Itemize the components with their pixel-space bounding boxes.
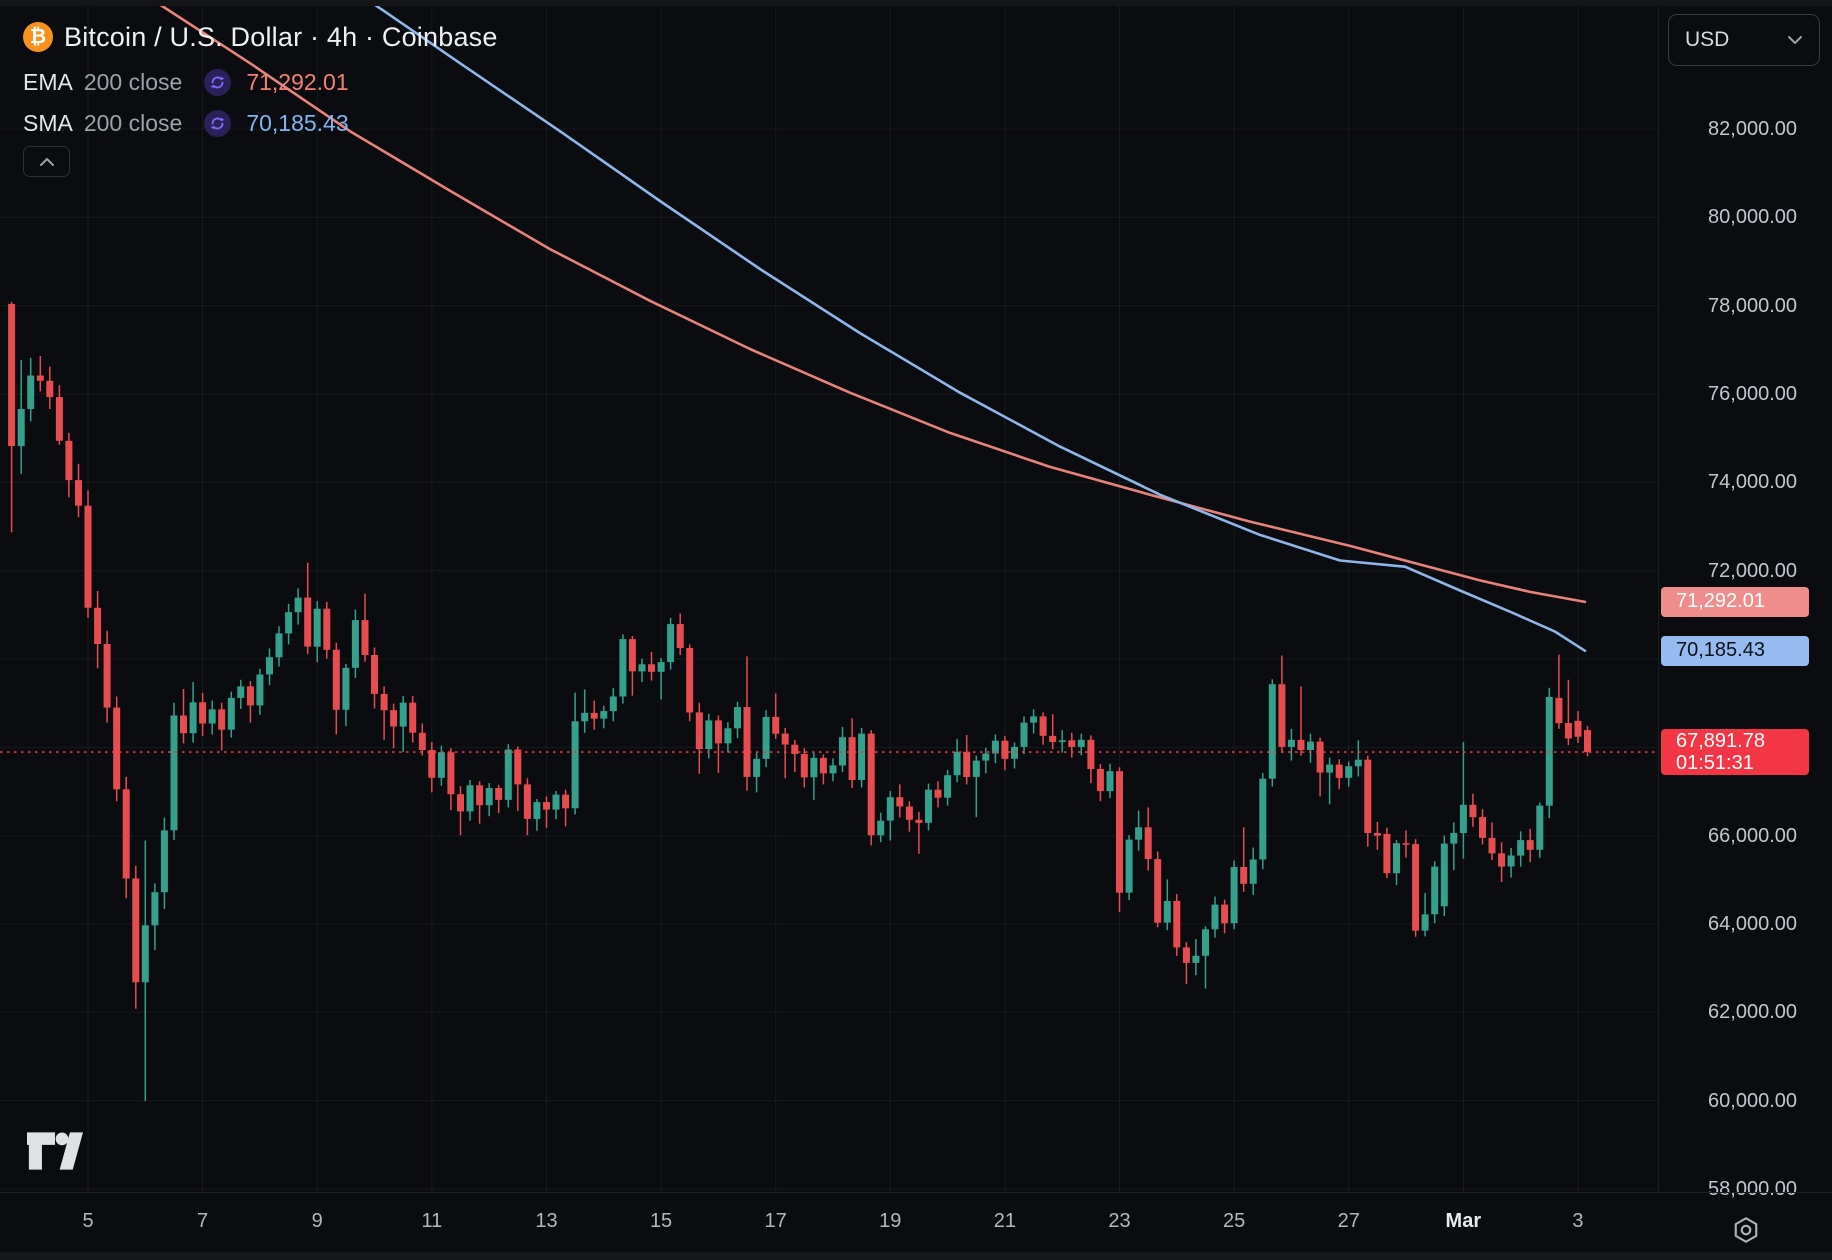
indicator-value: 71,292.01 xyxy=(246,69,348,96)
pane-bottom-edge xyxy=(0,1252,1832,1260)
time-axis-label: 21 xyxy=(994,1210,1016,1233)
collapse-legend-button[interactable] xyxy=(23,146,70,177)
pane-top-edge xyxy=(0,0,1832,6)
time-axis-label: 19 xyxy=(879,1210,901,1233)
time-axis-label: 11 xyxy=(421,1210,442,1233)
settings-gear-icon[interactable] xyxy=(1731,1215,1761,1245)
price-axis-label: 78,000.00 xyxy=(1708,294,1797,318)
symbol-title[interactable]: Bitcoin / U.S. Dollar · 4h · Coinbase xyxy=(64,22,498,53)
time-axis-label: 15 xyxy=(650,1210,672,1233)
time-axis-label: 27 xyxy=(1338,1210,1360,1233)
price-axis-label: 60,000.00 xyxy=(1708,1089,1797,1113)
price-axis-label: 62,000.00 xyxy=(1708,1000,1797,1024)
indicator-row-sma[interactable]: SMA 200 close 70,185.43 xyxy=(23,108,498,138)
price-axis-label: 64,000.00 xyxy=(1708,912,1797,936)
time-axis-label: Mar xyxy=(1446,1210,1482,1233)
chart-window: ₿ Bitcoin / U.S. Dollar · 4h · Coinbase … xyxy=(0,0,1832,1260)
bar-countdown: 01:51:31 xyxy=(1676,752,1765,774)
refresh-icon xyxy=(204,69,231,96)
indicator-row-ema[interactable]: EMA 200 close 71,292.01 xyxy=(23,67,498,97)
price-axis-label: 82,000.00 xyxy=(1708,117,1797,141)
bitcoin-icon: ₿ xyxy=(23,22,53,52)
time-axis-label: 17 xyxy=(765,1210,787,1233)
time-axis-label: 9 xyxy=(312,1210,323,1233)
time-axis-label: 5 xyxy=(82,1210,93,1233)
indicator-params: 200 close xyxy=(84,110,182,137)
tradingview-logo[interactable] xyxy=(27,1132,83,1175)
indicator-name: SMA xyxy=(23,110,73,137)
time-axis[interactable]: 5 7 9 11 13 15 17 19 21 23 25 27 Mar 3 xyxy=(0,1192,1832,1252)
indicator-value: 70,185.43 xyxy=(246,110,348,137)
ema-price-tag: 71,292.01 xyxy=(1661,587,1809,617)
legend: ₿ Bitcoin / U.S. Dollar · 4h · Coinbase … xyxy=(23,18,498,138)
time-axis-label: 3 xyxy=(1572,1210,1583,1233)
time-axis-label: 7 xyxy=(197,1210,208,1233)
price-axis-label: 80,000.00 xyxy=(1708,205,1797,229)
time-axis-label: 13 xyxy=(535,1210,557,1233)
sma-price-tag: 70,185.43 xyxy=(1661,636,1809,666)
price-axis-label: 74,000.00 xyxy=(1708,470,1797,494)
price-axis-label: 76,000.00 xyxy=(1708,382,1797,406)
price-axis-label: 66,000.00 xyxy=(1708,824,1797,848)
time-axis-label: 25 xyxy=(1223,1210,1245,1233)
price-axis-label: 72,000.00 xyxy=(1708,559,1797,583)
time-axis-label: 23 xyxy=(1108,1210,1130,1233)
candlestick-chart[interactable] xyxy=(0,0,1658,1197)
last-price-tag: 67,891.7801:51:31 xyxy=(1661,729,1809,775)
chevron-up-icon xyxy=(39,157,55,167)
symbol-title-row[interactable]: ₿ Bitcoin / U.S. Dollar · 4h · Coinbase xyxy=(23,18,498,56)
last-price-value: 67,891.78 xyxy=(1676,730,1765,752)
indicator-name: EMA xyxy=(23,69,73,96)
price-axis[interactable]: 82,000.00 80,000.00 78,000.00 76,000.00 74,0… xyxy=(1658,6,1832,1192)
refresh-icon xyxy=(204,110,231,137)
sma-line xyxy=(370,1,1585,650)
indicator-params: 200 close xyxy=(84,69,182,96)
